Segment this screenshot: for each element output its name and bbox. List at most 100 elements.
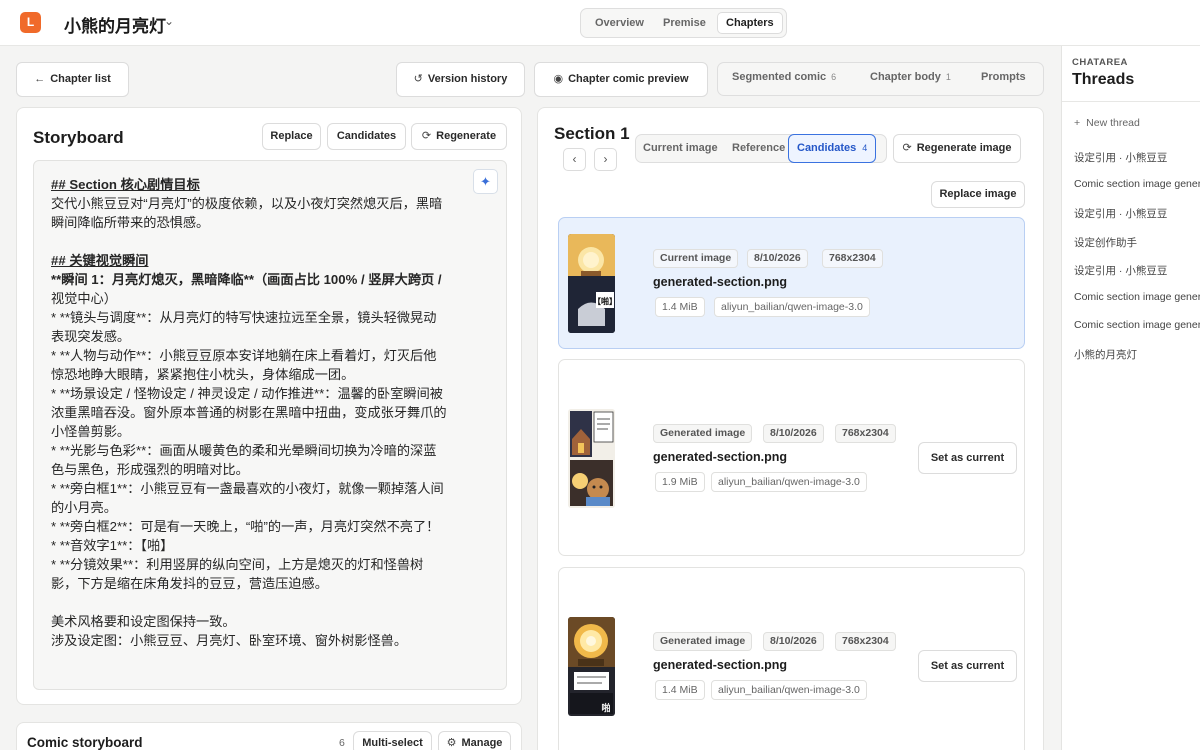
date-badge: 8/10/2026 [747, 249, 808, 268]
comic-storyboard-title: Comic storyboard [27, 735, 143, 750]
app-logo[interactable]: L [20, 12, 41, 33]
tab-chapter-body[interactable]: Chapter body 1 [870, 71, 951, 83]
editor-line: 美术风格要和设定图保持一致。 [51, 614, 236, 629]
tab-overview[interactable]: Overview [587, 12, 652, 34]
editor-line: * **镜头与调度**：从月亮灯的特写快速拉远至全景，镜头轻微晃动 [51, 310, 437, 325]
tab-label: Prompts [981, 71, 1026, 83]
next-section-button[interactable]: › [594, 148, 617, 171]
tab-candidates[interactable]: Candidates 4 [788, 134, 877, 163]
new-thread-button[interactable]: + New thread [1074, 117, 1140, 129]
magic-wand-icon[interactable]: ✦ [473, 169, 498, 194]
version-history-label: Version history [427, 73, 508, 85]
candidate-card[interactable]: 啪 Generated image 8/10/2026 768x2304 gen… [558, 567, 1025, 750]
candidate-card[interactable]: Generated image 8/10/2026 768x2304 gener… [558, 359, 1025, 556]
regenerate-image-button[interactable]: ⟳ Regenerate image [893, 134, 1021, 163]
tab-segmented-comic[interactable]: Segmented comic 6 [732, 71, 836, 83]
storyboard-editor[interactable]: ✦ ## Section 核心剧情目标 交代小熊豆豆对“月亮灯”的极度依赖，以及… [33, 160, 507, 690]
file-size: 1.9 MiB [655, 472, 705, 492]
thumbnail-sound-effect: 【啪】 [593, 296, 615, 306]
replace-image-button[interactable]: Replace image [931, 181, 1025, 208]
thread-item[interactable]: Comic section image generation [1074, 319, 1200, 331]
editor-line: 瞬间降临所带来的恐惧感。 [51, 215, 210, 230]
date-badge: 8/10/2026 [763, 424, 824, 443]
candidate-thumbnail[interactable] [568, 409, 615, 508]
thread-item[interactable]: 设定引用 · 小熊豆豆 [1074, 206, 1167, 221]
file-name: generated-section.png [653, 450, 788, 464]
refresh-icon: ⟳ [421, 130, 432, 142]
regenerate-label: Regenerate [436, 130, 497, 142]
editor-line: * **分镜效果**：利用竖屏的纵向空间，上方是熄灭的灯和怪兽树 [51, 557, 424, 572]
comic-storyboard-panel: Comic storyboard 6 Multi-select ⚙ Manage [16, 722, 522, 750]
editor-line: ## 关键视觉瞬间 [51, 253, 149, 268]
version-history-button[interactable]: ↺ Version history [396, 62, 525, 97]
status-badge: Current image [653, 249, 739, 268]
thread-item[interactable]: Comic section image generation [1074, 291, 1200, 303]
editor-line: * **音效字1**：【啪】 [51, 538, 174, 553]
regenerate-image-label: Regenerate image [916, 142, 1012, 154]
editor-line: ## Section 核心剧情目标 [51, 177, 200, 192]
storyboard-text: ## Section 核心剧情目标 交代小熊豆豆对“月亮灯”的极度依赖，以及小夜… [51, 175, 471, 650]
candidate-card-current[interactable]: 【啪】 Current image 8/10/2026 768x2304 gen… [558, 217, 1025, 349]
project-title[interactable]: 小熊的月亮灯 [64, 12, 166, 37]
editor-line: 影，下方是缩在床角发抖的豆豆，营造压迫感。 [51, 576, 328, 591]
thread-item[interactable]: 设定引用 · 小熊豆豆 [1074, 150, 1167, 165]
candidate-thumbnail[interactable]: 【啪】 [568, 234, 615, 333]
storyboard-title: Storyboard [33, 128, 124, 147]
file-size: 1.4 MiB [655, 680, 705, 700]
multi-select-button[interactable]: Multi-select [353, 731, 432, 750]
thread-item[interactable]: Comic section image generation [1074, 178, 1200, 190]
previous-section-button[interactable]: ‹ [563, 148, 586, 171]
tab-prompts[interactable]: Prompts [981, 71, 1026, 83]
threads-title: Threads [1072, 71, 1135, 88]
chapter-list-label: Chapter list [50, 73, 111, 85]
regenerate-button[interactable]: ⟳ Regenerate [411, 123, 507, 150]
refresh-icon: ⟳ [902, 142, 912, 154]
status-badge: Generated image [653, 424, 753, 443]
tab-label: Chapter body [870, 71, 941, 83]
status-badge: Generated image [653, 632, 753, 651]
thread-item[interactable]: 小熊的月亮灯 [1074, 347, 1137, 362]
set-as-current-button[interactable]: Set as current [918, 650, 1017, 682]
section-panel: Section 1 ‹ › Current image Reference Ca… [537, 107, 1044, 750]
file-name: generated-section.png [653, 275, 788, 289]
chapter-list-button[interactable]: ← Chapter list [16, 62, 129, 97]
thread-item[interactable]: 设定创作助手 [1074, 235, 1137, 250]
manage-button[interactable]: ⚙ Manage [438, 731, 511, 750]
tab-chapters[interactable]: Chapters [717, 12, 783, 34]
editor-blank-line [51, 593, 471, 612]
editor-line: 涉及设定图：小熊豆豆、月亮灯、卧室环境、窗外树影怪兽。 [51, 633, 408, 648]
set-as-current-button[interactable]: Set as current [918, 442, 1017, 474]
editor-line: * **场景设定 / 怪物设定 / 神灵设定 / 动作推进**：温馨的卧室瞬间被 [51, 386, 443, 401]
plus-icon: + [1074, 117, 1081, 129]
thread-item[interactable]: 设定引用 · 小熊豆豆 [1074, 263, 1167, 278]
manage-label: Manage [461, 737, 503, 749]
tab-count: 4 [862, 143, 868, 153]
chapter-comic-preview-button[interactable]: ◉ Chapter comic preview [534, 62, 708, 97]
section-title: Section 1 [554, 124, 630, 143]
new-thread-label: New thread [1086, 117, 1140, 129]
chapter-comic-preview-label: Chapter comic preview [568, 73, 689, 85]
candidates-button[interactable]: Candidates [327, 123, 406, 150]
tab-count: 1 [945, 72, 951, 82]
tab-premise[interactable]: Premise [655, 12, 714, 34]
threads-sidebar: CHATAREA Threads + New thread 设定引用 · 小熊豆豆… [1061, 46, 1200, 750]
tab-label: Segmented comic [732, 71, 827, 83]
editor-blank-line [51, 232, 471, 251]
top-bar: L 小熊的月亮灯 ⌄ Overview Premise Chapters [0, 0, 1200, 46]
history-icon: ↺ [413, 73, 423, 85]
file-size: 1.4 MiB [655, 297, 705, 317]
replace-button[interactable]: Replace [262, 123, 321, 150]
editor-line: 色与黑色，形成强烈的明暗对比。 [51, 462, 249, 477]
comic-storyboard-count: 6 [339, 737, 345, 749]
editor-line: 表现突发感。 [51, 329, 131, 344]
editor-line: 小怪兽剪影。 [51, 424, 131, 439]
eye-icon: ◉ [553, 73, 564, 85]
candidate-thumbnail[interactable]: 啪 [568, 617, 615, 716]
editor-line: 视觉中心） [51, 291, 117, 306]
arrow-left-icon: ← [34, 73, 46, 85]
thumbnail-sound-effect: 啪 [601, 702, 610, 713]
tab-reference[interactable]: Reference [732, 142, 785, 154]
tab-label: Candidates [797, 142, 857, 154]
tab-current-image[interactable]: Current image [643, 142, 718, 154]
chevron-down-icon[interactable]: ⌄ [164, 14, 174, 28]
